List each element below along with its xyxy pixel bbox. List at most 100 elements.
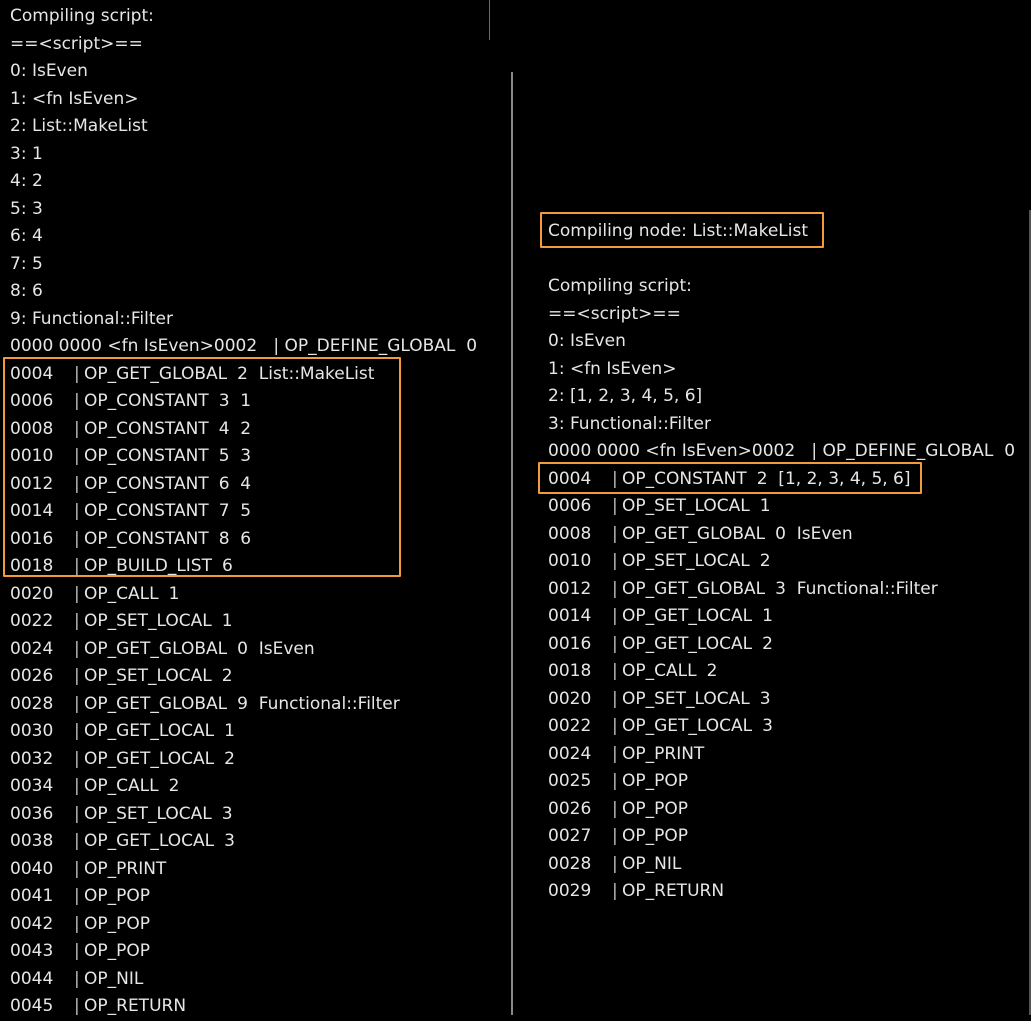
opcode: OP_CALL [84,776,159,796]
pane-divider[interactable] [511,72,513,1015]
separator-bar: | [74,886,80,906]
opcode: OP_SET_LOCAL [84,803,212,824]
script-marker: ==<script>== [548,303,681,324]
separator-bar: | [74,418,80,439]
opcode-args: 2 [168,776,180,796]
instruction-row: 0014 | OP_CONSTANT 7 5 [10,498,490,526]
separator-bar: | [74,638,80,659]
instruction-offset: 0028 [548,853,592,874]
opcode: OP_GET_LOCAL [84,748,215,769]
instruction-offset: 0004 [10,363,54,384]
opcode: OP_SET_LOCAL [622,496,750,516]
opcode-args: 2 [706,661,718,681]
opcode: OP_CONSTANT [84,391,209,411]
instruction-offset: 0025 [548,771,592,791]
instruction-row: 0008 | OP_CONSTANT 4 2 [10,416,490,444]
opcode: OP_GET_GLOBAL [84,363,228,384]
instruction-row: 0008 | OP_GET_GLOBAL 0 IsEven [548,521,1028,549]
separator-bar: | [612,633,618,654]
opcode: OP_GET_LOCAL [622,716,753,736]
constant-entry: 1: <fn IsEven> [548,358,677,379]
constant-entry: 7: 5 [10,253,43,274]
instruction-row: 0038 | OP_GET_LOCAL 3 [10,828,490,856]
instruction-offset: 0020 [10,583,54,604]
separator-bar: | [612,523,618,544]
opcode: OP_NIL [84,968,144,989]
opcode: OP_GET_LOCAL [622,633,753,654]
constant-entry: 2: [1, 2, 3, 4, 5, 6] [548,386,703,406]
instruction-row: 0026 | OP_POP [548,796,1028,824]
opcode-args: 1 [759,496,771,516]
instruction-row: 0020 | OP_CALL 1 [10,581,490,609]
opcode-args: 6 [221,556,233,576]
opcode: OP_CALL [622,661,697,681]
instruction-row: 0045 | OP_RETURN [10,993,490,1021]
separator-bar: | [612,826,618,846]
instruction-row: 0010 | OP_SET_LOCAL 2 [548,548,1028,576]
separator-bar: | [74,803,80,824]
instruction-offset: 0010 [10,446,54,466]
constant-entry: 1: <fn IsEven> [10,88,139,109]
separator-bar: | [612,743,618,764]
opcode-args: 3 [762,716,773,736]
script-marker: ==<script>== [10,33,143,54]
opcode-args: 2 [221,666,233,686]
constant-entry: 5: 3 [10,198,43,219]
instruction-offset: 0022 [10,611,54,631]
instruction-offset: 0004 [548,468,592,489]
instruction-offset: 0014 [548,606,592,626]
instruction-offset: 0010 [548,551,592,571]
instruction-row: 0020 | OP_SET_LOCAL 3 [548,686,1028,714]
separator-bar: | [612,771,618,791]
opcode: OP_GET_GLOBAL [622,523,766,544]
instruction-row: 0029 | OP_RETURN [548,878,1028,906]
separator-bar: | [74,611,80,631]
opcode: OP_CONSTANT [84,418,209,439]
opcode: OP_CONSTANT [84,528,209,549]
instruction-row: 0012 | OP_CONSTANT 6 4 [10,471,490,499]
separator-bar: | [74,446,80,466]
opcode: OP_RETURN [622,881,725,901]
instruction-row: 0024 | OP_PRINT [548,741,1028,769]
opcode-args: 2 [1, 2, 3, 4, 5, 6] [756,468,911,489]
opcode-args: 4 2 [218,418,252,439]
compile-node-header: Compiling node: List::MakeList [548,221,808,241]
opcode-args: 5 3 [218,446,252,466]
opcode: OP_GET_LOCAL [622,606,753,626]
separator-bar: | [74,473,80,494]
separator-bar: | [74,666,80,686]
instruction-offset: 0027 [548,826,592,846]
instruction-row: 0022 | OP_GET_LOCAL 3 [548,713,1028,741]
instruction-list: 0004 | OP_CONSTANT 2 [1, 2, 3, 4, 5, 6] 0006… [548,466,1028,906]
separator-bar: | [612,606,618,626]
instruction-row: 0032 | OP_GET_LOCAL 2 [10,746,490,774]
instruction-offset: 0024 [548,743,592,764]
separator-bar: | [74,996,80,1016]
opcode-args: 1 [221,611,233,631]
opcode-args: 0 IsEven [237,638,315,659]
opcode-args: 2 [759,551,771,571]
opcode-args: 2 [762,633,773,654]
separator-bar: | [74,748,80,769]
opcode-args: 2 List::MakeList [237,363,375,384]
instruction-offset: 0034 [10,776,54,796]
separator-bar: | [612,688,618,709]
instruction-row: 0034 | OP_CALL 2 [10,773,490,801]
instruction-row: 0028 | OP_GET_GLOBAL 9 Functional::Filter [10,691,490,719]
instruction-offset: 0018 [10,556,54,576]
separator-bar: | [74,583,80,604]
instruction-offset: 0030 [10,721,54,741]
constant-entry: 8: 6 [10,281,43,301]
opcode: OP_POP [84,886,151,906]
separator-bar: | [74,501,80,521]
opcode-args: 3 [224,831,235,851]
instruction-row: 0041 | OP_POP [10,883,490,911]
constant-entry: 2: List::MakeList [10,116,148,136]
instruction-offset: 0008 [10,418,54,439]
separator-bar: | [612,551,618,571]
constant-entry: 9: Functional::Filter [10,308,173,329]
instruction-row: 0016 | OP_CONSTANT 8 6 [10,526,490,554]
instruction-row: 0027 | OP_POP [548,823,1028,851]
instruction-offset: 0042 [10,913,54,934]
